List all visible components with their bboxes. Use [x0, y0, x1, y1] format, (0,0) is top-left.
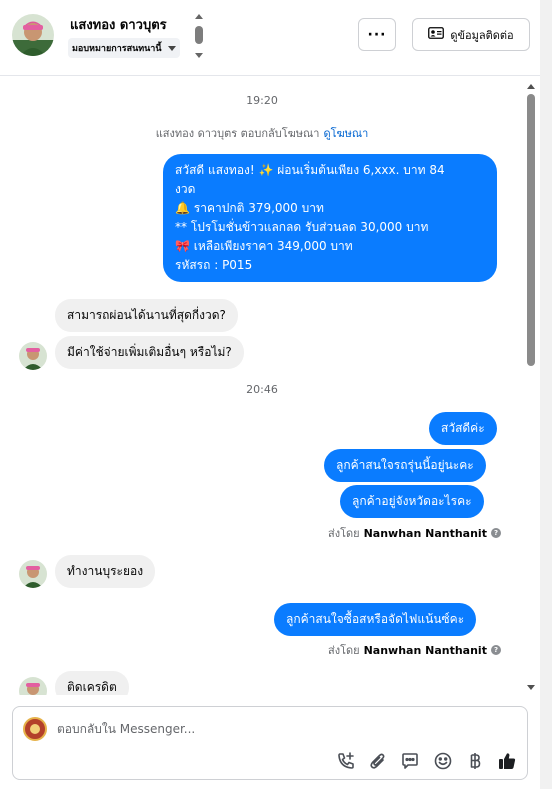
conversation-header: แสงทอง ดาวบุตร มอบหมายการสนทนานี้ ··· ดู…	[0, 0, 540, 76]
like-icon[interactable]	[495, 749, 519, 773]
contact-avatar[interactable]	[12, 14, 54, 56]
reply-input[interactable]	[57, 717, 497, 741]
outgoing-message[interactable]: สวัสดีค่ะ	[429, 412, 497, 445]
promo-line: สวัสดี แสงทอง! ✨ ผ่อนเริ่มต้นเพียง 6,xxx…	[175, 163, 445, 177]
promo-line: 🔔 ราคาปกติ 379,000 บาท	[175, 201, 324, 215]
promo-line: 🎀 เหลือเพียงราคา 349,000 บาท	[175, 239, 353, 253]
sent-by-label: ส่งโดย Nanwhan Nanthanit ?	[328, 524, 501, 542]
message-thread[interactable]: 19:20 แสงทอง ดาวบุตร ตอบกลับโฆษณา ดูโฆษณา…	[0, 77, 524, 695]
view-contact-info-button[interactable]: ดูข้อมูลติดต่อ	[412, 18, 530, 51]
incoming-message[interactable]: มีค่าใช้จ่ายเพิ่มเติมอื่นๆ หรือไม่?	[55, 336, 244, 369]
contact-info-label: ดูข้อมูลติดต่อ	[450, 28, 514, 42]
promo-line: ** โปรโมชั่นข้าวแลกลด รับส่วนลด 30,000 บ…	[175, 220, 429, 234]
timestamp: 19:20	[246, 94, 278, 107]
scroll-up-arrow-icon[interactable]	[527, 84, 535, 89]
more-options-button[interactable]: ···	[358, 18, 396, 51]
more-icon: ···	[367, 26, 387, 43]
scroll-thumb[interactable]	[195, 26, 203, 44]
incoming-message[interactable]: ติดเครดิต	[55, 671, 129, 695]
sender-name: Nanwhan Nanthanit	[363, 526, 487, 540]
assign-conversation-dropdown[interactable]: มอบหมายการสนทนานี้	[68, 38, 180, 58]
contact-avatar-small[interactable]	[19, 342, 47, 370]
sender-name: Nanwhan Nanthanit	[363, 643, 487, 657]
chevron-down-icon	[167, 45, 176, 51]
call-add-icon[interactable]	[334, 749, 358, 773]
outgoing-message[interactable]: ลูกค้าสนใจรถรุ่นนี้อยู่นะคะ	[324, 449, 486, 482]
promo-line: รหัสรถ : P015	[175, 258, 253, 272]
assign-label: มอบหมายการสนทนานี้	[72, 44, 162, 54]
ad-reply-notice: แสงทอง ดาวบุตร ตอบกลับโฆษณา ดูโฆษณา	[0, 124, 524, 142]
emoji-icon[interactable]	[431, 749, 455, 773]
promo-line: งวด	[175, 182, 196, 196]
attach-icon[interactable]	[366, 749, 390, 773]
page-scrollbar-track[interactable]	[540, 0, 552, 789]
saved-reply-icon[interactable]	[398, 749, 422, 773]
chat-scrollbar[interactable]	[524, 80, 538, 694]
contact-avatar-small[interactable]	[19, 560, 47, 588]
incoming-message[interactable]: ทำงานบุระยอง	[55, 555, 156, 588]
sent-by-prefix: ส่งโดย	[328, 644, 360, 657]
info-icon[interactable]: ?	[490, 645, 501, 655]
outgoing-message[interactable]: ลูกค้าอยู่จังหวัดอะไรคะ	[340, 485, 484, 518]
sent-by-label: ส่งโดย Nanwhan Nanthanit ?	[328, 641, 501, 659]
contact-name[interactable]: แสงทอง ดาวบุตร	[70, 14, 167, 35]
header-scrollbar[interactable]	[194, 14, 204, 58]
view-ad-link[interactable]: ดูโฆษณา	[323, 127, 368, 140]
outgoing-message-promo[interactable]: สวัสดี แสงทอง! ✨ ผ่อนเริ่มต้นเพียง 6,xxx…	[163, 154, 497, 282]
baht-icon[interactable]	[463, 749, 487, 773]
scroll-thumb[interactable]	[527, 94, 535, 366]
sent-by-prefix: ส่งโดย	[328, 527, 360, 540]
scroll-down-arrow-icon[interactable]	[195, 53, 203, 58]
message-composer	[12, 706, 528, 780]
outgoing-message[interactable]: ลูกค้าสนใจซื้อสหรือจัดไฟแน้นซ์คะ	[274, 603, 477, 636]
scroll-up-arrow-icon[interactable]	[195, 14, 203, 19]
page-avatar	[23, 717, 47, 741]
contact-card-icon	[428, 27, 445, 42]
ad-reply-text: แสงทอง ดาวบุตร ตอบกลับโฆษณา	[155, 127, 320, 140]
scroll-down-arrow-icon[interactable]	[527, 685, 535, 690]
timestamp: 20:46	[246, 383, 278, 396]
info-icon[interactable]: ?	[490, 528, 501, 538]
incoming-message[interactable]: สามารถผ่อนได้นานที่สุดกี่งวด?	[55, 299, 238, 332]
contact-avatar-small[interactable]	[19, 677, 47, 695]
